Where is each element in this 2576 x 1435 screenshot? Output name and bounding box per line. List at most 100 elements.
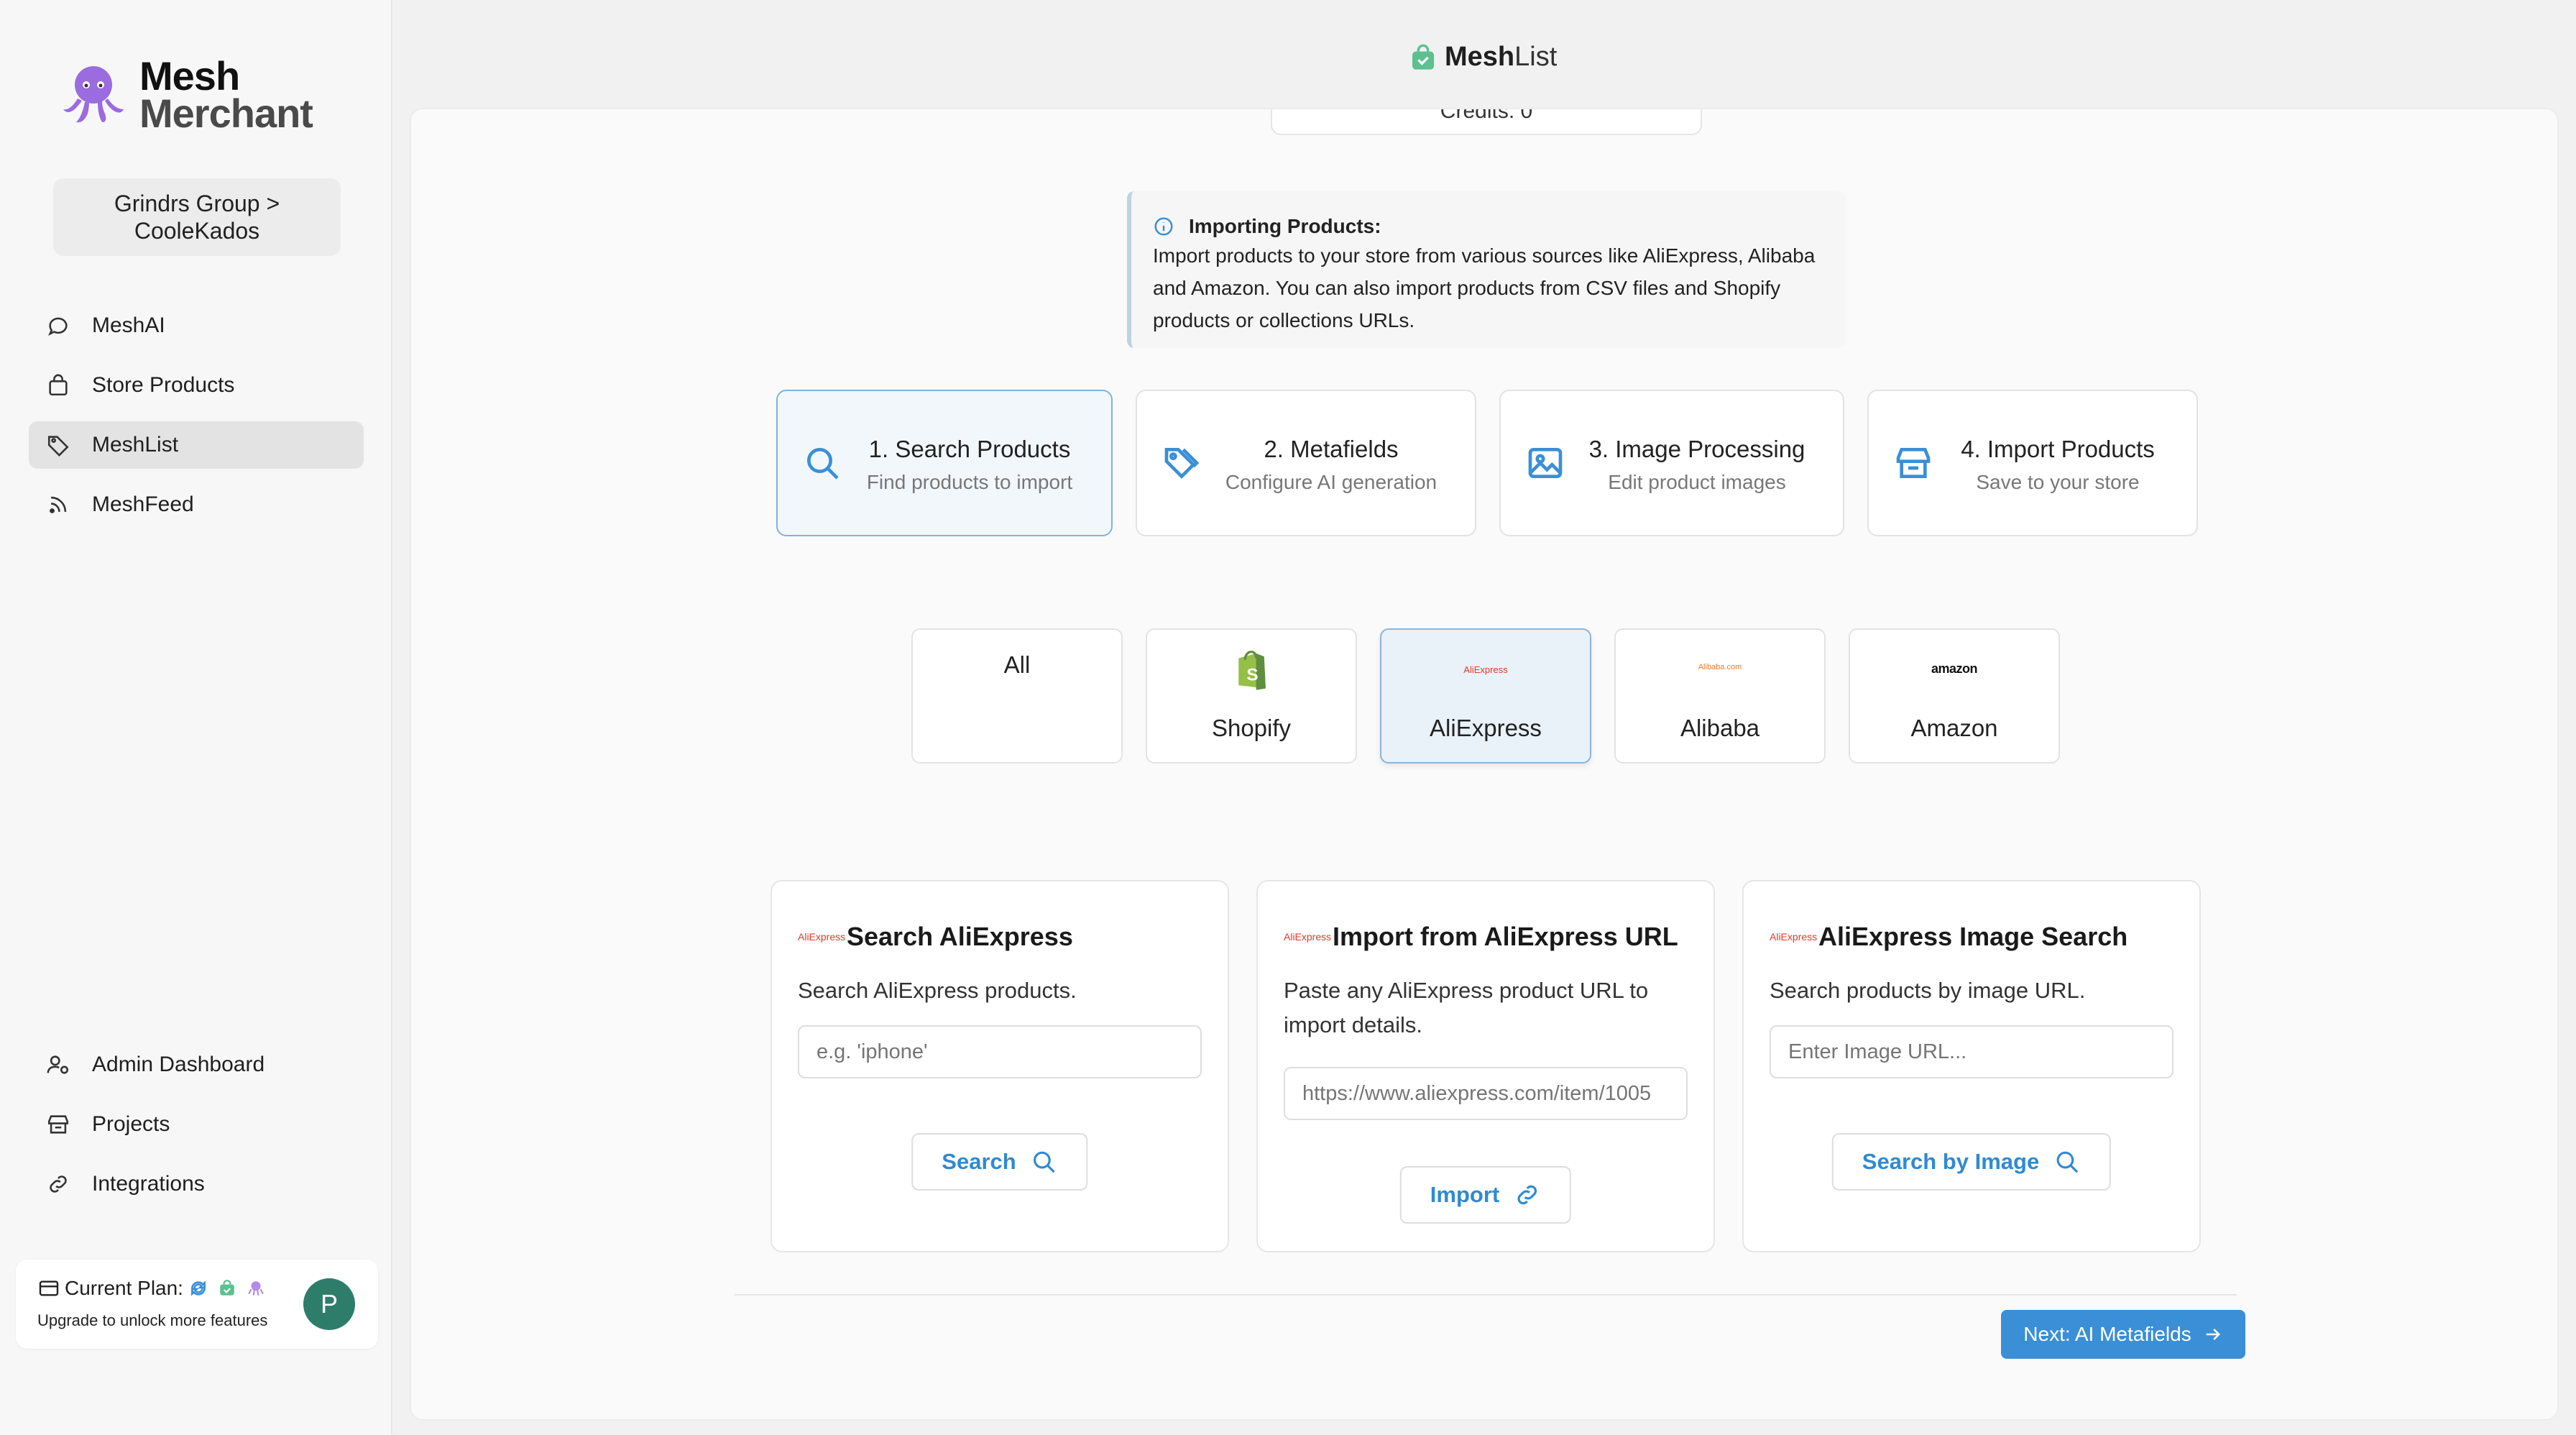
source-label: Amazon	[1910, 715, 1998, 741]
step-title: 1. Search Products	[868, 436, 1071, 462]
plan-subtitle: Upgrade to unlock more features	[37, 1311, 268, 1329]
avatar[interactable]: P	[303, 1278, 355, 1330]
sidebar-item-admin-dashboard[interactable]: Admin Dashboard	[29, 1041, 364, 1088]
sidebar-item-store-products[interactable]: Store Products	[29, 362, 364, 409]
button-label: Search by Image	[1862, 1149, 2040, 1174]
button-label: Next: AI Metafields	[2023, 1323, 2191, 1345]
search-by-image-button[interactable]: Search by Image	[1831, 1133, 2112, 1191]
sidebar-item-meshfeed[interactable]: MeshFeed	[29, 481, 364, 528]
image-url-input[interactable]	[1770, 1025, 2174, 1078]
sidebar-item-label: Projects	[92, 1112, 170, 1136]
step-subtitle: Edit product images	[1608, 471, 1786, 493]
credits-badge: Credits: 0	[1271, 109, 1702, 135]
search-button[interactable]: Search	[911, 1133, 1088, 1191]
brand-logo[interactable]: Mesh Merchant	[58, 53, 313, 136]
search-input[interactable]	[798, 1025, 1202, 1078]
card-title: AliExpress Image Search	[1818, 922, 2128, 951]
bag-icon	[49, 374, 68, 396]
sidebar-item-meshlist[interactable]: MeshList	[29, 421, 364, 469]
tags-icon	[1164, 448, 1200, 479]
source-label: Shopify	[1211, 715, 1292, 741]
sidebar-nav: MeshAI Store Products MeshList MeshFeed	[29, 302, 364, 541]
brand-line2: Merchant	[139, 91, 313, 136]
store-icon	[1896, 448, 1931, 478]
step-subtitle: Find products to import	[866, 471, 1073, 493]
source-label: AliExpress	[1430, 715, 1542, 741]
step-search-products[interactable]: 1. Search Products Find products to impor…	[776, 390, 1113, 536]
card-title: Import from AliExpress URL	[1333, 922, 1678, 951]
step-metafields[interactable]: 2. Metafields Configure AI generation	[1136, 390, 1476, 536]
source-shopify[interactable]: S Shopify	[1146, 628, 1357, 764]
card-image-search: AliExpress AliExpress Image Search Search…	[1742, 880, 2201, 1252]
meshlist-bag-icon	[1412, 44, 1434, 70]
alibaba-logo: Alibaba.com	[1616, 647, 1824, 671]
svg-text:S: S	[1246, 666, 1258, 685]
url-input[interactable]	[1284, 1067, 1688, 1120]
source-aliexpress[interactable]: AliExpress AliExpress	[1380, 628, 1591, 764]
credit-card-icon	[39, 1280, 59, 1296]
sidebar-item-label: Admin Dashboard	[92, 1053, 265, 1076]
link-icon	[50, 1175, 67, 1193]
user-gear-icon	[47, 1055, 69, 1074]
card-description: Paste any AliExpress product URL to impo…	[1284, 978, 1649, 1037]
sidebar-item-projects[interactable]: Projects	[29, 1101, 364, 1148]
import-button[interactable]: Import	[1399, 1166, 1572, 1224]
source-selector: All S Shopify AliExpress AliExpress Alib…	[911, 628, 2060, 764]
card-description: Search products by image URL.	[1770, 978, 2086, 1003]
divider	[735, 1294, 2237, 1296]
search-icon	[2056, 1151, 2079, 1173]
card-import-url: AliExpress Import from AliExpress URL Pas…	[1256, 880, 1715, 1252]
step-title: 4. Import Products	[1961, 436, 2155, 462]
rss-icon	[50, 496, 67, 513]
sidebar-item-label: MeshAI	[92, 313, 165, 337]
search-icon	[1034, 1151, 1056, 1173]
meshlist-bag-icon	[220, 1280, 234, 1296]
sidebar-item-label: Integrations	[92, 1172, 205, 1196]
octopus-logo-icon	[63, 66, 124, 123]
amazon-logo: amazon	[1850, 647, 2058, 677]
step-title: 2. Metafields	[1264, 436, 1399, 462]
topbar: Mesh List	[392, 0, 2576, 108]
card-title: Search AliExpress	[847, 922, 1073, 951]
store-icon	[47, 1115, 69, 1134]
step-import-products[interactable]: 4. Import Products Save to your store	[1867, 390, 2198, 536]
chat-icon	[48, 317, 68, 336]
sidebar: Mesh Merchant Grindrs Group > CooleKados…	[0, 0, 392, 1435]
card-search-aliexpress: AliExpress Search AliExpress Search AliEx…	[770, 880, 1229, 1252]
step-image-processing[interactable]: 3. Image Processing Edit product images	[1499, 390, 1844, 536]
sidebar-item-meshai[interactable]: MeshAI	[29, 302, 364, 349]
source-alibaba[interactable]: Alibaba.com Alibaba	[1614, 628, 1826, 764]
page-title-bold: Mesh	[1445, 42, 1515, 72]
button-label: Search	[942, 1149, 1016, 1174]
next-button[interactable]: Next: AI Metafields	[2001, 1310, 2245, 1359]
source-all[interactable]: All	[911, 628, 1123, 764]
sidebar-item-integrations[interactable]: Integrations	[29, 1160, 364, 1208]
step-subtitle: Save to your store	[1976, 471, 2140, 493]
plan-card[interactable]: Current Plan: Upgrade to unlock more fea…	[16, 1260, 378, 1349]
shopify-logo: S	[1147, 647, 1356, 692]
step-title: 3. Image Processing	[1588, 436, 1806, 462]
plan-title-row: Current Plan:	[37, 1277, 270, 1300]
info-title: Importing Products:	[1189, 215, 1381, 237]
aliexpress-logo-text: AliExpress	[798, 931, 846, 943]
link-icon	[1517, 1185, 1537, 1205]
brand-line1: Mesh	[139, 53, 240, 98]
info-body: Import products to your store from vario…	[1153, 244, 1816, 331]
alibaba-logo-text: Alibaba.com	[1698, 663, 1742, 671]
brand-name: Mesh Merchant	[139, 53, 313, 136]
source-label: Alibaba	[1680, 715, 1760, 741]
plan-title: Current Plan:	[65, 1277, 183, 1299]
step-subtitle: Configure AI generation	[1225, 471, 1438, 493]
info-icon	[1154, 217, 1173, 235]
sidebar-item-label: MeshList	[92, 433, 179, 457]
arrow-right-icon	[2206, 1329, 2220, 1340]
store-selector[interactable]: Grindrs Group > CooleKados	[53, 178, 341, 256]
sidebar-item-label: MeshFeed	[92, 492, 194, 516]
search-icon	[807, 448, 839, 480]
source-amazon[interactable]: amazon Amazon	[1849, 628, 2060, 764]
button-label: Import	[1430, 1182, 1500, 1207]
page-title: Mesh List	[1409, 42, 1557, 73]
plan-app-icons	[189, 1279, 270, 1298]
aliexpress-logo-text: AliExpress	[1284, 931, 1332, 943]
aliexpress-logo: AliExpress	[1381, 647, 1590, 675]
